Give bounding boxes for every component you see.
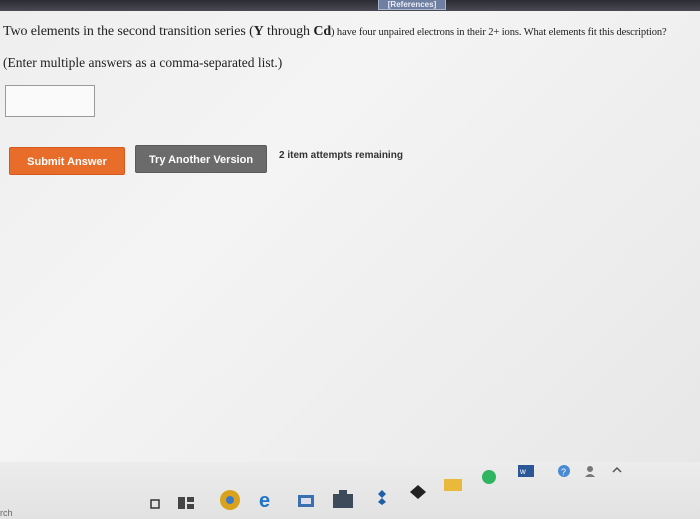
dropbox-icon[interactable] [333, 490, 353, 508]
question-text: Two elements in the second transition se… [3, 24, 700, 40]
taskbar: w ? e rch [0, 462, 700, 519]
store-icon[interactable] [297, 492, 315, 508]
word-icon[interactable]: w [518, 465, 534, 477]
svg-text:e: e [259, 490, 270, 510]
sticky-notes-icon[interactable] [409, 484, 427, 500]
question-part-1: Two elements in the second transition se… [3, 24, 254, 39]
edge-icon[interactable]: e [258, 490, 278, 510]
mail-icon[interactable] [373, 489, 391, 505]
question-part-2: through [263, 24, 314, 39]
answer-input[interactable] [5, 85, 95, 117]
up-arrow-icon[interactable] [612, 465, 622, 475]
svg-text:?: ? [561, 467, 566, 477]
search-box-text[interactable]: rch [0, 508, 13, 518]
help-icon[interactable]: ? [557, 464, 571, 478]
people-icon[interactable] [584, 464, 598, 478]
browser-top-bar [0, 0, 700, 11]
question-part-3: ) have four unpaired electrons in their … [331, 27, 667, 38]
chrome-icon[interactable] [219, 489, 241, 511]
submit-answer-button[interactable]: Submit Answer [9, 147, 125, 175]
spotify-icon[interactable] [481, 469, 497, 485]
attempts-remaining: 2 item attempts remaining [279, 150, 403, 161]
yttrium-symbol: Y [253, 24, 264, 39]
references-tab[interactable]: [References] [378, 0, 446, 10]
cadmium-symbol: Cd [313, 24, 332, 39]
try-another-version-button[interactable]: Try Another Version [135, 145, 267, 173]
folder-icon[interactable] [444, 477, 462, 491]
file-explorer-icon[interactable] [178, 495, 196, 511]
svg-text:w: w [519, 467, 526, 476]
task-view-icon[interactable] [150, 498, 162, 510]
instruction-text: (Enter multiple answers as a comma-separ… [3, 55, 283, 70]
